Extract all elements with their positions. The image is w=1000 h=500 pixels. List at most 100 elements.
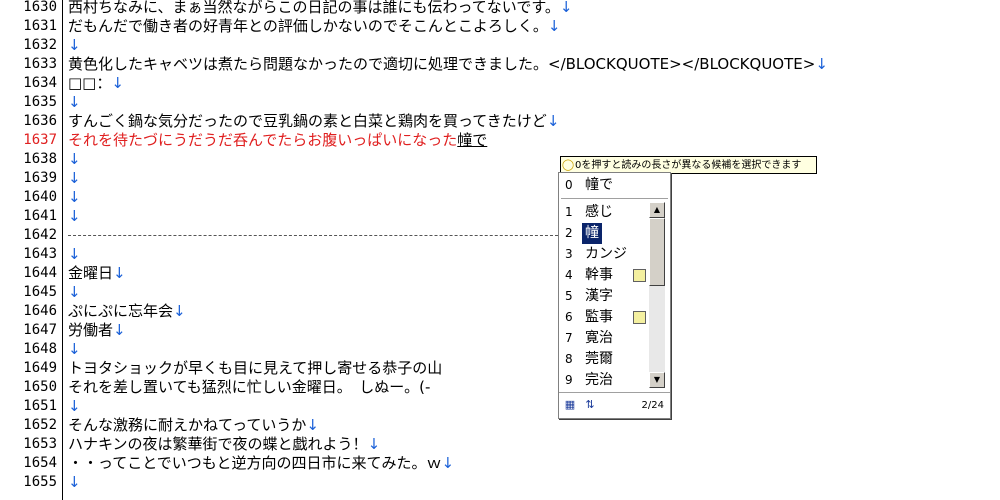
editor-line[interactable]: 1631 だもんだで働き者の好青年との評価しかないのでそこんとこよろしく。↓ (0, 17, 1000, 36)
line-content: ぷにぷに忘年会 (68, 302, 174, 320)
line-number: 1644 (23, 265, 57, 281)
line-content: トヨタショックが早くも目に見えて押し寄せる恭子の山 (68, 359, 443, 377)
line-end-arrow-icon: ↓ (68, 188, 81, 206)
line-end-arrow-icon: ↓ (68, 245, 81, 263)
editor-line[interactable]: 1644 金曜日↓ (0, 264, 1000, 283)
line-content: だもんだで働き者の好青年との評価しかないのでそこんとこよろしく。 (68, 17, 548, 35)
editor-line[interactable]: 1646 ぷにぷに忘年会↓ (0, 302, 1000, 321)
editor-line[interactable]: 1633 黄色化したキャベツは煮たら問題なかったので適切に処理できました。</BL… (0, 55, 1000, 74)
line-text: だもんだで働き者の好青年との評価しかないのでそこんとこよろしく。↓ (68, 17, 560, 36)
candidate-number: 5 (565, 289, 573, 303)
editor-line[interactable]: 1634 □□：↓ (0, 74, 1000, 93)
candidate-word: 感じ (585, 204, 613, 220)
candidate-word: 監事 (585, 309, 613, 325)
candidate-item[interactable]: 1 感じ (559, 202, 649, 223)
candidate-word: 幢で (585, 177, 613, 193)
editor-line[interactable]: 1651 ↓ (0, 397, 1000, 416)
candidate-number: 4 (565, 268, 573, 282)
candidate-number: 9 (565, 373, 573, 387)
line-number: 1652 (23, 417, 57, 433)
line-text: ↓ (68, 473, 81, 492)
line-content: そんな激務に耐えかねてっていうか (68, 416, 307, 434)
candidate-word: カンジ (585, 246, 627, 262)
line-text: ↓ (68, 283, 81, 302)
dictionary-icon[interactable]: ▦ (563, 398, 577, 412)
line-number: 1654 (23, 455, 57, 471)
line-text: 西村ちなみに、まぁ当然ながらこの日記の事は誰にも伝わってないです。↓ (68, 0, 572, 17)
line-end-arrow-icon: ↓ (68, 340, 81, 358)
candidate-item[interactable]: 8 莞爾 (559, 349, 649, 370)
editor-line[interactable]: 1640 ↓ (0, 188, 1000, 207)
comment-note-icon[interactable] (633, 269, 646, 282)
scroll-up-button[interactable]: ▲ (649, 202, 665, 218)
line-number: 1640 (23, 189, 57, 205)
line-number: 1631 (23, 18, 57, 34)
editor-line[interactable]: 1647 労働者↓ (0, 321, 1000, 340)
line-end-arrow-icon: ↓ (68, 36, 81, 54)
editor-line[interactable]: 1639 ↓ (0, 169, 1000, 188)
lightbulb-icon: ◯ (561, 158, 575, 171)
scroll-thumb[interactable] (649, 218, 665, 286)
editor-line[interactable]: 1652 そんな激務に耐えかねてっていうか↓ (0, 416, 1000, 435)
line-content: 黄色化したキャベツは煮たら問題なかったので適切に処理できました。</BLOCKQ… (68, 55, 816, 73)
candidate-number: 6 (565, 310, 573, 324)
editor-line[interactable]: 1635 ↓ (0, 93, 1000, 112)
editor-line[interactable]: 1650 それを差し置いても猛烈に忙しい金曜日。 しぬー。(- (0, 378, 1000, 397)
line-number: 1632 (23, 37, 57, 53)
scroll-down-button[interactable]: ▼ (649, 372, 665, 388)
line-number: 1635 (23, 94, 57, 110)
editor-line[interactable]: 1641 ↓ (0, 207, 1000, 226)
line-content: □□： (68, 74, 112, 92)
line-text: 黄色化したキャベツは煮たら問題なかったので適切に処理できました。</BLOCKQ… (68, 55, 828, 74)
line-number: 1649 (23, 360, 57, 376)
line-text: トヨタショックが早くも目に見えて押し寄せる恭子の山 (68, 359, 442, 378)
editor-line[interactable]: 1638 ↓ (0, 150, 1000, 169)
editor-line[interactable]: 1643 ↓ (0, 245, 1000, 264)
editor-line[interactable]: 1642 (0, 226, 1000, 245)
line-number: 1634 (23, 75, 57, 91)
line-end-arrow-icon: ↓ (68, 150, 81, 168)
candidate-item[interactable]: 9 完治 (559, 370, 649, 391)
line-number: 1645 (23, 284, 57, 300)
candidate-scrollbar[interactable]: ▲ ▼ (649, 202, 665, 388)
line-number: 1647 (23, 322, 57, 338)
candidate-item[interactable]: 5 漢字 (559, 286, 649, 307)
ime-candidate-window[interactable]: 0 幢で 1 感じ 2 幢 3 カンジ 4 幹事 5 漢字 6 監事 7 寛治 8 莞爾 9 完治 ▲ ▼ ▦ ⇅… (558, 172, 671, 419)
candidate-item[interactable]: 2幢 (559, 223, 649, 244)
line-content: それを待たづにうだうだ呑んでたらお腹いっぱいになった (68, 131, 458, 149)
editor-line[interactable]: 1630 西村ちなみに、まぁ当然ながらこの日記の事は誰にも伝わってないです。↓ (0, 0, 1000, 17)
editor-line[interactable]: 1653 ハナキンの夜は繁華街で夜の蝶と戯れよう！↓ (0, 435, 1000, 454)
candidate-item[interactable]: 4 幹事 (559, 265, 649, 286)
line-text: ↓ (68, 150, 81, 169)
line-text: それを差し置いても猛烈に忙しい金曜日。 しぬー。(- (68, 378, 430, 397)
line-text: ↓ (68, 245, 81, 264)
editor-line[interactable]: 1645 ↓ (0, 283, 1000, 302)
editor-line[interactable]: 1655 ↓ (0, 473, 1000, 492)
line-number: 1646 (23, 303, 57, 319)
sort-icon[interactable]: ⇅ (583, 398, 597, 412)
line-end-arrow-icon: ↓ (111, 74, 124, 92)
line-end-arrow-icon: ↓ (68, 473, 81, 491)
candidate-item[interactable]: 6 監事 (559, 307, 649, 328)
line-content: すんごく鍋な気分だったので豆乳鍋の素と白菜と鶏肉を買ってきたけど (68, 112, 547, 130)
line-content: 金曜日 (68, 264, 114, 282)
dashed-separator (68, 235, 558, 236)
candidate-word: 幹事 (585, 267, 613, 283)
line-text: ↓ (68, 340, 81, 359)
editor-line[interactable]: 1649 トヨタショックが早くも目に見えて押し寄せる恭子の山 (0, 359, 1000, 378)
line-text: □□：↓ (68, 74, 124, 93)
editor-line[interactable]: 1648 ↓ (0, 340, 1000, 359)
editor-line[interactable]: 1654 ・・ってことでいつもと逆方向の四日市に来てみた。ｗ↓ (0, 454, 1000, 473)
editor-line[interactable]: 1637 それを待たづにうだうだ呑んでたらお腹いっぱいになった幢で (0, 131, 1000, 150)
candidate-item[interactable]: 7 寛治 (559, 328, 649, 349)
text-editor[interactable]: 1630 西村ちなみに、まぁ当然ながらこの日記の事は誰にも伝わってないです。↓ 16… (0, 0, 1000, 500)
candidate-number: 1 (565, 205, 573, 219)
candidate-current[interactable]: 0 幢で (559, 175, 649, 196)
editor-line[interactable]: 1632 ↓ (0, 36, 1000, 55)
line-end-arrow-icon: ↓ (306, 416, 319, 434)
editor-line[interactable]: 1636 すんごく鍋な気分だったので豆乳鍋の素と白菜と鶏肉を買ってきたけど↓ (0, 112, 1000, 131)
comment-note-icon[interactable] (633, 311, 646, 324)
line-end-arrow-icon: ↓ (68, 397, 81, 415)
candidate-item[interactable]: 3 カンジ (559, 244, 649, 265)
line-end-arrow-icon: ↓ (68, 207, 81, 225)
